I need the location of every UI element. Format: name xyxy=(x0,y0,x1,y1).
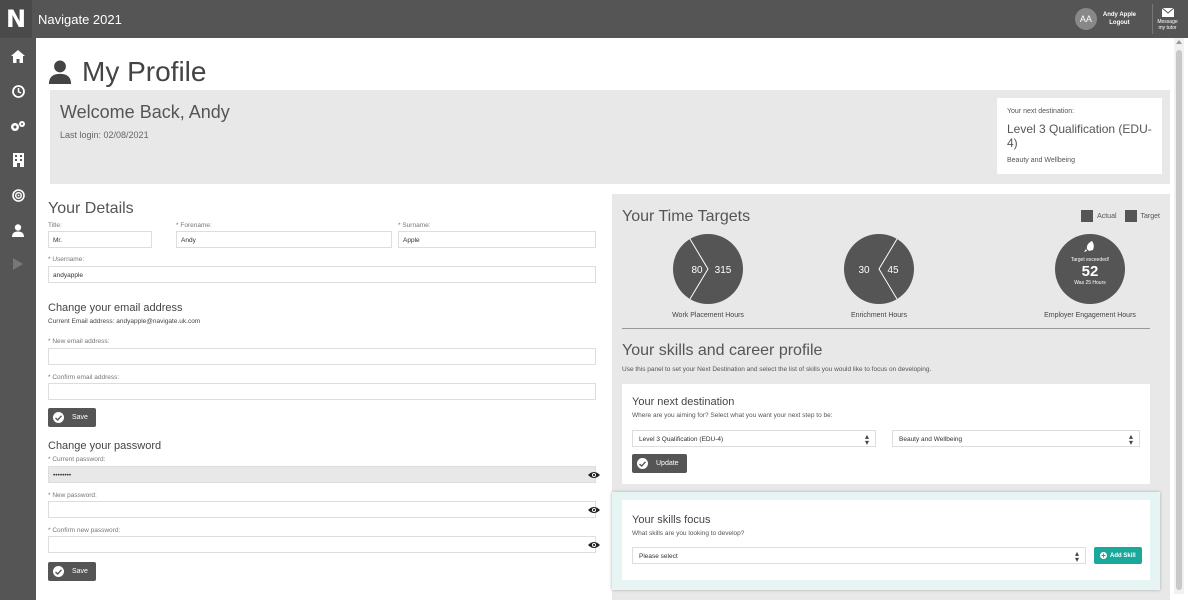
nav-time[interactable] xyxy=(0,79,36,103)
surname-field[interactable]: Apple xyxy=(398,231,596,248)
skills-focus-heading: Your skills focus xyxy=(632,514,711,526)
user-menu[interactable]: AA Andy Apple Logout xyxy=(1074,8,1136,30)
skills-focus-sub: What skills are you looking to develop? xyxy=(632,530,745,537)
employer-was-text: Was 25 Hours xyxy=(1074,280,1106,286)
user-icon xyxy=(48,60,72,84)
legend: Actual Target xyxy=(1073,210,1160,222)
skills-description: Use this panel to set your Next Destinat… xyxy=(622,366,932,373)
app-title: Navigate 2021 xyxy=(38,12,122,27)
nav-home[interactable] xyxy=(0,44,36,68)
logout-link[interactable]: Logout xyxy=(1103,19,1136,27)
check-icon xyxy=(53,412,64,423)
employer-engagement-label: Employer Engagement Hours xyxy=(1044,312,1136,319)
nav-settings[interactable] xyxy=(0,114,36,138)
skills-heading: Your skills and career profile xyxy=(622,342,823,359)
top-bar: N Navigate 2021 AA Andy Apple Logout Mes… xyxy=(0,0,1188,38)
target-icon xyxy=(11,188,25,202)
message-tutor-button[interactable]: Message my tutor xyxy=(1152,4,1182,34)
cogs-icon xyxy=(11,121,25,131)
clock-icon xyxy=(11,84,25,98)
new-password-field[interactable] xyxy=(48,501,596,518)
building-icon xyxy=(12,153,24,167)
next-destination-heading: Your next destination xyxy=(632,396,735,408)
nav-targets[interactable] xyxy=(0,183,36,207)
current-password-field[interactable]: •••••••• xyxy=(48,466,596,483)
employer-value: 52 xyxy=(1082,263,1099,280)
eye-icon[interactable] xyxy=(588,506,600,514)
skills-select[interactable]: Please select ▴ ▾ xyxy=(632,547,1086,564)
scrollbar[interactable] xyxy=(1174,38,1184,594)
plus-circle-icon xyxy=(1100,552,1107,559)
time-targets-heading: Your Time Targets xyxy=(622,208,751,225)
title-field[interactable]: Mr. xyxy=(48,231,152,248)
next-destination-panel: Your next destination Where are you aimi… xyxy=(622,384,1150,484)
enrich-actual-value: 30 xyxy=(858,265,870,276)
confirm-password-field[interactable] xyxy=(48,536,596,553)
next-destination-card: Your next destination: Level 3 Qualifica… xyxy=(997,98,1162,174)
right-panel: Your Time Targets Actual Target 80 315 W… xyxy=(612,194,1170,600)
navigate-logo[interactable]: N xyxy=(0,0,32,38)
eye-icon[interactable] xyxy=(588,471,600,479)
welcome-panel: Welcome Back, Andy Last login: 02/08/202… xyxy=(50,90,1170,184)
play-icon xyxy=(13,258,23,270)
legend-swatch-actual xyxy=(1081,210,1094,222)
select-arrows-icon: ▴ ▾ xyxy=(1128,432,1133,447)
side-nav xyxy=(0,38,36,600)
last-login: Last login: 02/08/2021 xyxy=(60,130,149,140)
eye-icon[interactable] xyxy=(588,541,600,549)
confirm-email-field[interactable] xyxy=(48,383,596,400)
home-icon xyxy=(11,49,25,63)
details-heading: Your Details xyxy=(48,200,134,217)
select-arrows-icon: ▴ ▾ xyxy=(864,432,869,447)
check-icon xyxy=(637,458,648,469)
enrich-target-value: 45 xyxy=(887,265,899,276)
avatar[interactable]: AA xyxy=(1074,8,1097,30)
user-name: Andy Apple xyxy=(1102,12,1136,18)
nav-expand[interactable] xyxy=(0,252,36,276)
forename-field[interactable]: Andy xyxy=(176,231,392,248)
save-email-button[interactable]: Save xyxy=(48,408,96,427)
employer-engagement-chart: Target exceeded! 52 Was 25 Hours xyxy=(1055,234,1125,304)
work-placement-chart: 80 315 xyxy=(673,234,743,304)
scroll-up-arrow[interactable] xyxy=(1176,40,1182,44)
qualification-select[interactable]: Level 3 Qualification (EDU-4) ▴ ▾ xyxy=(632,430,876,447)
welcome-heading: Welcome Back, Andy xyxy=(60,102,230,122)
enrichment-chart: 30 45 xyxy=(844,234,914,304)
save-password-button[interactable]: Save xyxy=(48,562,96,581)
skills-focus-panel: Your skills focus What skills are you lo… xyxy=(612,492,1160,590)
check-icon xyxy=(53,566,64,577)
work-target-value: 315 xyxy=(715,265,732,276)
envelope-icon xyxy=(1161,8,1174,17)
divider xyxy=(622,328,1150,329)
select-arrows-icon: ▴ ▾ xyxy=(1074,549,1079,564)
work-placement-label: Work Placement Hours xyxy=(672,312,744,319)
next-destination-sub: Where are you aiming for? Select what yo… xyxy=(632,412,833,419)
nav-profile[interactable] xyxy=(0,218,36,242)
page-title: My Profile xyxy=(48,56,206,88)
enrichment-label: Enrichment Hours xyxy=(850,312,908,319)
username-field[interactable]: andyapple xyxy=(48,266,596,283)
scroll-thumb[interactable] xyxy=(1176,50,1182,590)
email-heading: Change your email address xyxy=(48,302,183,314)
nav-organisation[interactable] xyxy=(0,148,36,172)
current-email: Current Email address: andyapple@navigat… xyxy=(48,318,201,325)
new-email-field[interactable] xyxy=(48,348,596,365)
work-actual-value: 80 xyxy=(691,265,703,276)
add-skill-button[interactable]: Add Skill xyxy=(1094,547,1142,564)
user-icon xyxy=(12,223,24,237)
password-heading: Change your password xyxy=(48,440,162,452)
update-button[interactable]: Update xyxy=(632,454,687,473)
legend-swatch-target xyxy=(1124,210,1137,222)
career-area-select[interactable]: Beauty and Wellbeing ▴ ▾ xyxy=(892,430,1140,447)
main-content: My Profile Welcome Back, Andy Last login… xyxy=(36,38,1170,600)
